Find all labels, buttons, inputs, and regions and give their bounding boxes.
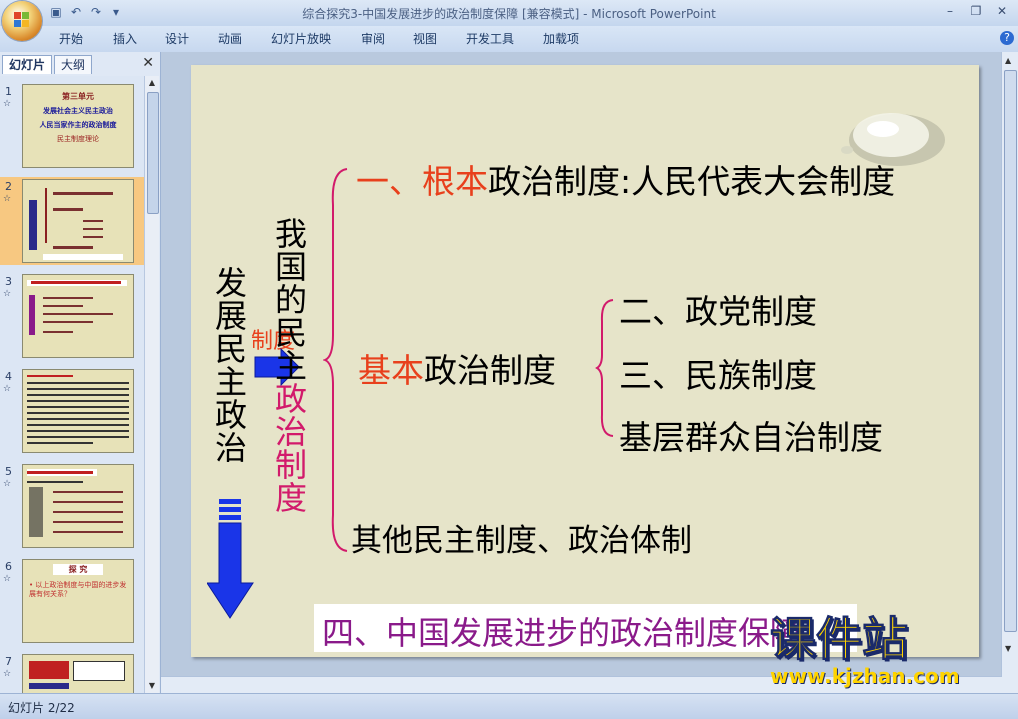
scrollbar-thumb[interactable]: [147, 92, 159, 214]
sub-item: 二、政党制度: [619, 292, 817, 331]
middle-vertical-text: 我国的民主: [274, 215, 307, 385]
left-brace: [323, 168, 348, 552]
thumb-line: 民主制度理论: [57, 135, 99, 143]
slide-thumbnail-image: [22, 369, 134, 453]
slide-thumbnail-image: 第三单元 发展社会主义民主政治 人民当家作主的政治制度 民主制度理论: [22, 84, 134, 168]
scroll-up-icon[interactable]: ▲: [147, 78, 157, 88]
slide-number: 2: [5, 180, 12, 193]
close-pane-icon[interactable]: ✕: [142, 55, 154, 71]
tab-design[interactable]: 设计: [165, 30, 189, 47]
tab-slides[interactable]: 幻灯片: [2, 55, 53, 74]
sub-item: 三、民族制度: [619, 356, 817, 395]
animation-star-icon: ☆: [3, 99, 12, 109]
close-icon[interactable]: ✕: [990, 2, 1014, 20]
slide-thumbnail-3[interactable]: 3 ☆: [0, 272, 144, 360]
scroll-down-icon[interactable]: ▼: [1005, 644, 1011, 653]
tab-outline[interactable]: 大纲: [54, 55, 93, 74]
slide-number: 1: [5, 85, 12, 98]
thumb-title: 第三单元: [62, 92, 94, 101]
slide-number: 4: [5, 370, 12, 383]
slide-thumbnail-4[interactable]: 4 ☆: [0, 367, 144, 455]
other-systems-line: 其他民主制度、政治体制: [351, 523, 692, 559]
thumb-line: 人民当家作主的政治制度: [39, 121, 117, 129]
scrollbar-thumb[interactable]: [1004, 70, 1017, 632]
office-logo-icon: [14, 12, 30, 28]
animation-star-icon: ☆: [3, 384, 12, 394]
slide-thumbnail-image: [22, 654, 134, 693]
thumb-title: 探 究: [53, 564, 103, 575]
slide-thumbnail-image: [22, 274, 134, 358]
slide-thumbnail-image: [22, 179, 134, 263]
thumbnail-scrollbar[interactable]: ▲ ▼: [144, 76, 159, 693]
editor-vertical-scrollbar[interactable]: ▲ ▼: [1001, 52, 1018, 693]
slide-number: 6: [5, 560, 12, 573]
window-title: 综合探究3-中国发展进步的政治制度保障 [兼容模式] - Microsoft P…: [302, 7, 716, 21]
thumb-line: 发展社会主义民主政治: [43, 107, 113, 115]
line1-red: 根本: [422, 162, 488, 201]
slide-thumbnail-image: 探 究 • 以上政治制度与中国的进步发展有何关系？: [22, 559, 134, 643]
animation-star-icon: ☆: [3, 479, 12, 489]
basic-red: 基本: [358, 351, 424, 390]
slide-indicator: 幻灯片 2/22: [8, 701, 75, 715]
basic-rest: 政治制度: [424, 351, 556, 390]
minimize-icon[interactable]: –: [938, 2, 962, 20]
slide-number: 7: [5, 655, 12, 668]
tab-view[interactable]: 视图: [413, 30, 437, 47]
watermark: 课件站 www.kjzhan.com: [770, 612, 960, 688]
sub-item: 基层群众自治制度: [619, 418, 883, 457]
scroll-down-icon[interactable]: ▼: [147, 681, 157, 691]
slide-thumbnail-2[interactable]: 2 ☆: [0, 177, 144, 265]
tab-animation[interactable]: 动画: [218, 30, 242, 47]
window-controls: – ❐ ✕: [938, 2, 1014, 20]
animation-star-icon: ☆: [3, 669, 12, 679]
slide-canvas[interactable]: 发展民主政治 制度 我国的民主 政治制度 一、根本政治制度:人民代表大会制度 基…: [191, 65, 979, 657]
office-button[interactable]: [2, 1, 42, 41]
tab-developer[interactable]: 开发工具: [466, 30, 514, 47]
banner-text: 四、中国发展进步的政治制度保障: [322, 614, 803, 652]
slides-pane: 幻灯片 大纲 ✕ 1 ☆ 第三单元 发展社会主义民主政治 人民当家作主的政治制度…: [0, 52, 161, 693]
restore-icon[interactable]: ❐: [964, 2, 988, 20]
slide-thumbnail-6[interactable]: 6 ☆ 探 究 • 以上政治制度与中国的进步发展有何关系？: [0, 557, 144, 645]
slide-thumbnail-5[interactable]: 5 ☆: [0, 462, 144, 550]
tab-home[interactable]: 开始: [59, 30, 83, 47]
watermark-url: www.kjzhan.com: [770, 664, 960, 688]
slide-thumbnail-1[interactable]: 1 ☆ 第三单元 发展社会主义民主政治 人民当家作主的政治制度 民主制度理论: [0, 82, 144, 170]
animation-star-icon: ☆: [3, 289, 12, 299]
line1-prefix: 一、: [356, 162, 422, 201]
fundamental-system-line: 一、根本政治制度:人民代表大会制度: [356, 155, 895, 203]
tab-review[interactable]: 审阅: [361, 30, 385, 47]
sub-brace: [595, 299, 614, 437]
slide-number: 3: [5, 275, 12, 288]
tab-insert[interactable]: 插入: [113, 30, 137, 47]
watermark-brand: 课件站: [770, 612, 909, 666]
thumbnail-list: 1 ☆ 第三单元 发展社会主义民主政治 人民当家作主的政治制度 民主制度理论 2…: [0, 76, 144, 693]
thumb-line: • 以上政治制度与中国的进步发展有何关系？: [29, 581, 127, 598]
slide-thumbnail-image: [22, 464, 134, 548]
left-vertical-text: 发展民主政治: [214, 264, 247, 467]
ribbon-tabs: 开始 插入 设计 动画 幻灯片放映 审阅 视图 开发工具 加载项 ?: [0, 26, 1018, 53]
animation-star-icon: ☆: [3, 194, 12, 204]
tab-slideshow[interactable]: 幻灯片放映: [271, 30, 331, 47]
basic-system-line: 基本政治制度: [358, 344, 556, 392]
slide-number: 5: [5, 465, 12, 478]
line1-rest: 政治制度:人民代表大会制度: [488, 162, 896, 201]
status-bar: 幻灯片 2/22: [0, 693, 1018, 719]
middle-vertical-red: 政治制度: [274, 380, 307, 517]
slide-editor: 发展民主政治 制度 我国的民主 政治制度 一、根本政治制度:人民代表大会制度 基…: [161, 52, 1018, 693]
help-icon[interactable]: ?: [1000, 31, 1014, 45]
scroll-up-icon[interactable]: ▲: [1005, 56, 1011, 65]
title-bar: ▣ ↶ ↷ ▾ 综合探究3-中国发展进步的政治制度保障 [兼容模式] - Mic…: [0, 0, 1018, 26]
down-arrow-icon: [207, 499, 254, 619]
animation-star-icon: ☆: [3, 574, 12, 584]
tab-addins[interactable]: 加载项: [543, 30, 579, 47]
slide-thumbnail-7[interactable]: 7 ☆: [0, 652, 144, 693]
